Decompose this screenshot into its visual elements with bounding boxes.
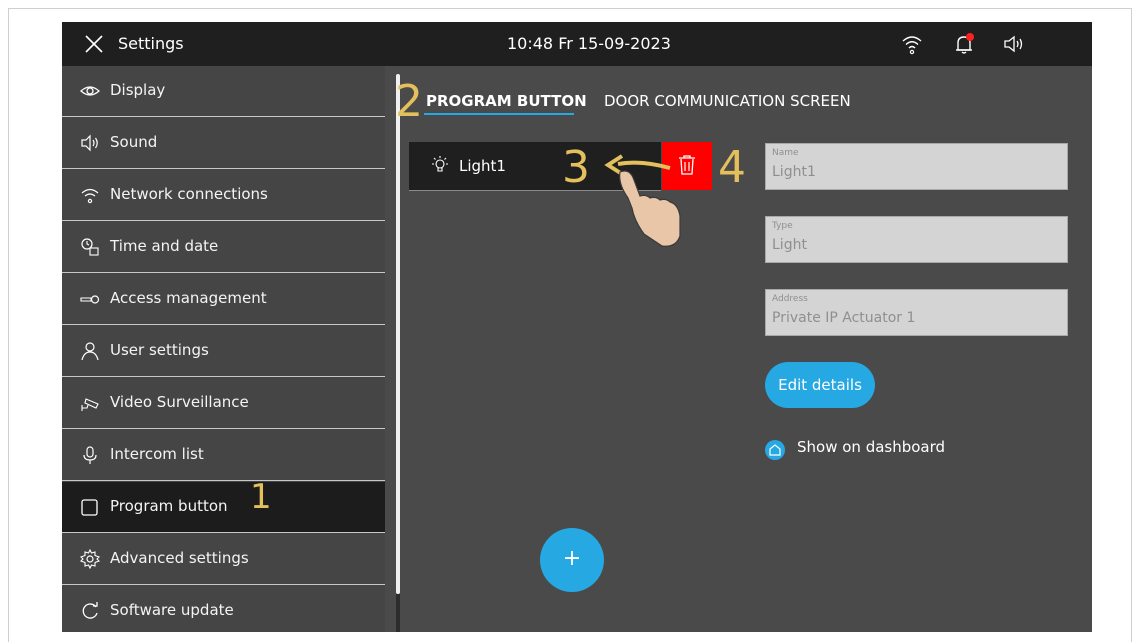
- refresh-icon: [82, 602, 98, 619]
- gear-icon: [80, 549, 100, 569]
- camera-icon: [81, 398, 99, 411]
- settings-sidebar: Display Sound Network connections Time a…: [62, 66, 385, 632]
- microphone-icon: [83, 446, 97, 464]
- scrollbar-track: [396, 594, 400, 632]
- clock-calendar-icon: [81, 238, 99, 256]
- sidebar-item-label: Network connections: [110, 185, 268, 203]
- tab-door-communication-screen[interactable]: DOOR COMMUNICATION SCREEN: [604, 92, 851, 110]
- notification-dot: [966, 33, 974, 41]
- speaker-icon: [81, 134, 98, 152]
- key-icon: [80, 295, 100, 304]
- type-field-label: Type: [772, 221, 793, 231]
- square-icon: [81, 499, 98, 516]
- address-field-label: Address: [772, 294, 808, 304]
- edit-details-button[interactable]: Edit details: [765, 362, 875, 408]
- top-bar: Settings 10:48 Fr 15-09-2023: [62, 22, 1092, 66]
- device-screen: Settings 10:48 Fr 15-09-2023 Display Sou…: [62, 22, 1092, 632]
- sidebar-item-label: Program button: [110, 497, 228, 515]
- sidebar-item-label: Intercom list: [110, 445, 204, 463]
- name-field-label: Name: [772, 148, 799, 158]
- bell-icon[interactable]: [952, 32, 976, 56]
- sidebar-item-sound[interactable]: Sound: [62, 118, 385, 169]
- name-field[interactable]: Name Light1: [765, 143, 1068, 190]
- user-icon: [81, 342, 99, 361]
- wifi-icon[interactable]: [900, 32, 924, 56]
- light-bulb-icon: [432, 156, 448, 172]
- sidebar-item-access-management[interactable]: Access management: [62, 274, 385, 325]
- add-program-button[interactable]: +: [540, 528, 604, 592]
- annotation-step-1: 1: [250, 477, 272, 517]
- annotation-step-4: 4: [718, 142, 746, 193]
- program-button-label: Light1: [459, 157, 506, 175]
- address-field-value: Private IP Actuator 1: [772, 310, 916, 326]
- sidebar-item-label: Time and date: [110, 237, 219, 255]
- address-field[interactable]: Address Private IP Actuator 1: [765, 289, 1068, 336]
- date-time: 10:48 Fr 15-09-2023: [507, 34, 671, 53]
- sidebar-item-label: Advanced settings: [110, 549, 249, 567]
- sidebar-item-label: Software update: [110, 601, 234, 619]
- page-title: Settings: [118, 34, 184, 53]
- close-icon[interactable]: [84, 34, 104, 54]
- sidebar-item-label: User settings: [110, 341, 209, 359]
- sidebar-item-network-connections[interactable]: Network connections: [62, 170, 385, 221]
- sidebar-item-advanced-settings[interactable]: Advanced settings: [62, 534, 385, 585]
- type-field[interactable]: Type Light: [765, 216, 1068, 263]
- name-field-value: Light1: [772, 164, 816, 180]
- speaker-icon[interactable]: [1002, 32, 1026, 56]
- show-on-dashboard-label: Show on dashboard: [797, 438, 946, 456]
- eye-icon: [80, 86, 100, 96]
- annotation-step-3: 3: [562, 142, 590, 193]
- sidebar-item-label: Sound: [110, 133, 158, 151]
- tab-program-button[interactable]: PROGRAM BUTTON: [426, 92, 587, 110]
- sidebar-item-video-surveillance[interactable]: Video Surveillance: [62, 378, 385, 429]
- type-field-value: Light: [772, 237, 807, 253]
- wifi-icon: [81, 188, 99, 204]
- sidebar-item-display[interactable]: Display: [62, 66, 385, 117]
- sidebar-item-label: Video Surveillance: [110, 393, 249, 411]
- sidebar-item-label: Display: [110, 81, 166, 99]
- active-tab-indicator: [424, 113, 574, 115]
- sidebar-item-intercom-list[interactable]: Intercom list: [62, 430, 385, 481]
- sidebar-item-time-and-date[interactable]: Time and date: [62, 222, 385, 273]
- swipe-gesture-icon: [604, 154, 681, 247]
- sidebar-item-program-button[interactable]: Program button: [62, 482, 385, 533]
- home-toggle-icon[interactable]: [765, 440, 785, 460]
- annotation-step-2: 2: [395, 76, 423, 127]
- sidebar-item-user-settings[interactable]: User settings: [62, 326, 385, 377]
- sidebar-item-label: Access management: [110, 289, 267, 307]
- scrollbar[interactable]: [396, 74, 400, 594]
- sidebar-item-software-update[interactable]: Software update: [62, 586, 385, 632]
